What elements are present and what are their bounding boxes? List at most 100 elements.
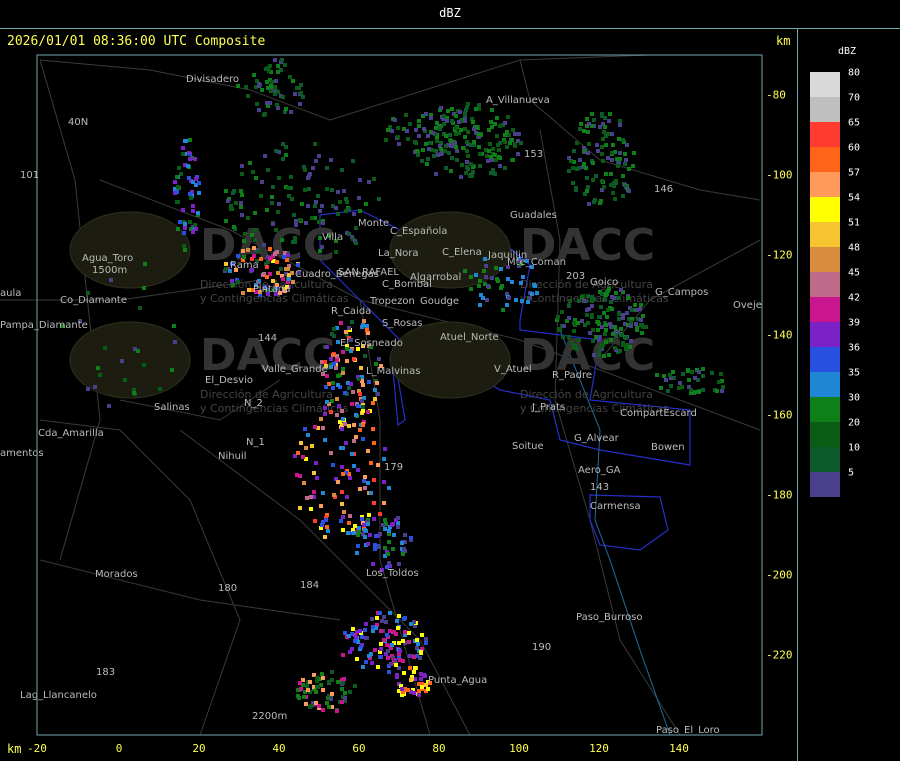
legend-swatch (810, 422, 840, 447)
echo-pixel (422, 127, 426, 131)
echo-pixel (612, 181, 616, 185)
x-tick-label: 60 (352, 742, 366, 755)
legend-value: 5 (848, 467, 855, 479)
echo-pixel (329, 357, 333, 361)
echo-pixel (277, 202, 281, 206)
echo-pixel (603, 116, 607, 120)
echo-pixel (511, 128, 515, 132)
echo-pixel (360, 517, 364, 521)
echo-pixel (320, 523, 324, 527)
echo-pixel (632, 151, 636, 155)
echo-pixel (587, 122, 591, 126)
echo-pixel (342, 189, 346, 193)
echo-pixel (381, 523, 385, 527)
echo-pixel (521, 275, 525, 279)
echo-pixel (340, 168, 344, 172)
echo-pixel (604, 292, 608, 296)
echo-pixel (520, 299, 524, 303)
echo-pixel (395, 619, 399, 623)
echo-pixel (397, 562, 401, 566)
place-label: Divisadero (186, 74, 239, 85)
echo-pixel (289, 175, 293, 179)
echo-pixel (378, 611, 382, 615)
echo-pixel (254, 176, 258, 180)
echo-pixel (313, 142, 317, 146)
echo-pixel (623, 152, 627, 156)
legend-value: 60 (848, 142, 861, 154)
echo-pixel (472, 127, 476, 131)
echo-pixel (265, 208, 269, 212)
echo-pixel (339, 519, 343, 523)
place-label: A_Villanueva (486, 95, 550, 106)
legend-value: 35 (848, 367, 861, 379)
echo-pixel (417, 119, 421, 123)
echo-pixel (325, 166, 329, 170)
echo-pixel (336, 383, 340, 387)
echo-pixel (455, 158, 459, 162)
echo-pixel (395, 675, 399, 679)
echo-pixel (361, 323, 365, 327)
echo-pixel (354, 635, 358, 639)
echo-pixel (681, 372, 685, 376)
echo-pixel (308, 680, 312, 684)
echo-pixel (369, 461, 373, 465)
echo-pixel (501, 308, 505, 312)
echo-pixel (484, 275, 488, 279)
echo-pixel (352, 531, 356, 535)
echo-pixel (624, 336, 628, 340)
echo-pixel (306, 433, 310, 437)
echo-pixel (586, 294, 590, 298)
echo-pixel (319, 504, 323, 508)
echo-pixel (371, 562, 375, 566)
echo-pixel (600, 112, 604, 116)
echo-pixel (386, 552, 390, 556)
echo-pixel (590, 112, 594, 116)
echo-pixel (416, 642, 420, 646)
echo-pixel (498, 141, 502, 145)
echo-pixel (602, 185, 606, 189)
echo-pixel (310, 444, 314, 448)
echo-pixel (697, 390, 701, 394)
echo-pixel (483, 257, 487, 261)
echo-pixel (335, 709, 339, 713)
echo-pixel (697, 370, 701, 374)
place-label: 203 (566, 271, 585, 282)
echo-pixel (572, 149, 576, 153)
echo-pixel (230, 279, 234, 283)
echo-pixel (158, 387, 162, 391)
echo-pixel (290, 271, 294, 275)
echo-pixel (365, 636, 369, 640)
echo-pixel (296, 694, 300, 698)
echo-pixel (402, 671, 406, 675)
echo-pixel (410, 677, 414, 681)
echo-pixel (236, 254, 240, 258)
echo-pixel (600, 325, 604, 329)
echo-pixel (191, 230, 195, 234)
echo-pixel (379, 642, 383, 646)
radar-map[interactable]: DACCDirección de Agriculturay Contingenc… (0, 0, 900, 761)
echo-pixel (360, 399, 364, 403)
echo-pixel (621, 194, 625, 198)
echo-pixel (571, 166, 575, 170)
echo-pixel (242, 239, 246, 243)
legend-value: 57 (848, 167, 861, 179)
echo-pixel (259, 194, 263, 198)
echo-pixel (314, 701, 318, 705)
echo-pixel (468, 174, 472, 178)
echo-pixel (587, 307, 591, 311)
echo-pixel (464, 171, 468, 175)
echo-pixel (175, 200, 179, 204)
echo-pixel (597, 315, 601, 319)
echo-pixel (177, 166, 181, 170)
echo-pixel (485, 154, 489, 158)
echo-pixel (604, 172, 608, 176)
echo-pixel (336, 212, 340, 216)
legend-swatch (810, 272, 840, 297)
echo-pixel (386, 656, 390, 660)
echo-pixel (608, 112, 612, 116)
echo-pixel (574, 186, 578, 190)
echo-pixel (253, 211, 257, 215)
echo-pixel (495, 116, 499, 120)
echo-pixel (287, 277, 291, 281)
echo-pixel (477, 132, 481, 136)
